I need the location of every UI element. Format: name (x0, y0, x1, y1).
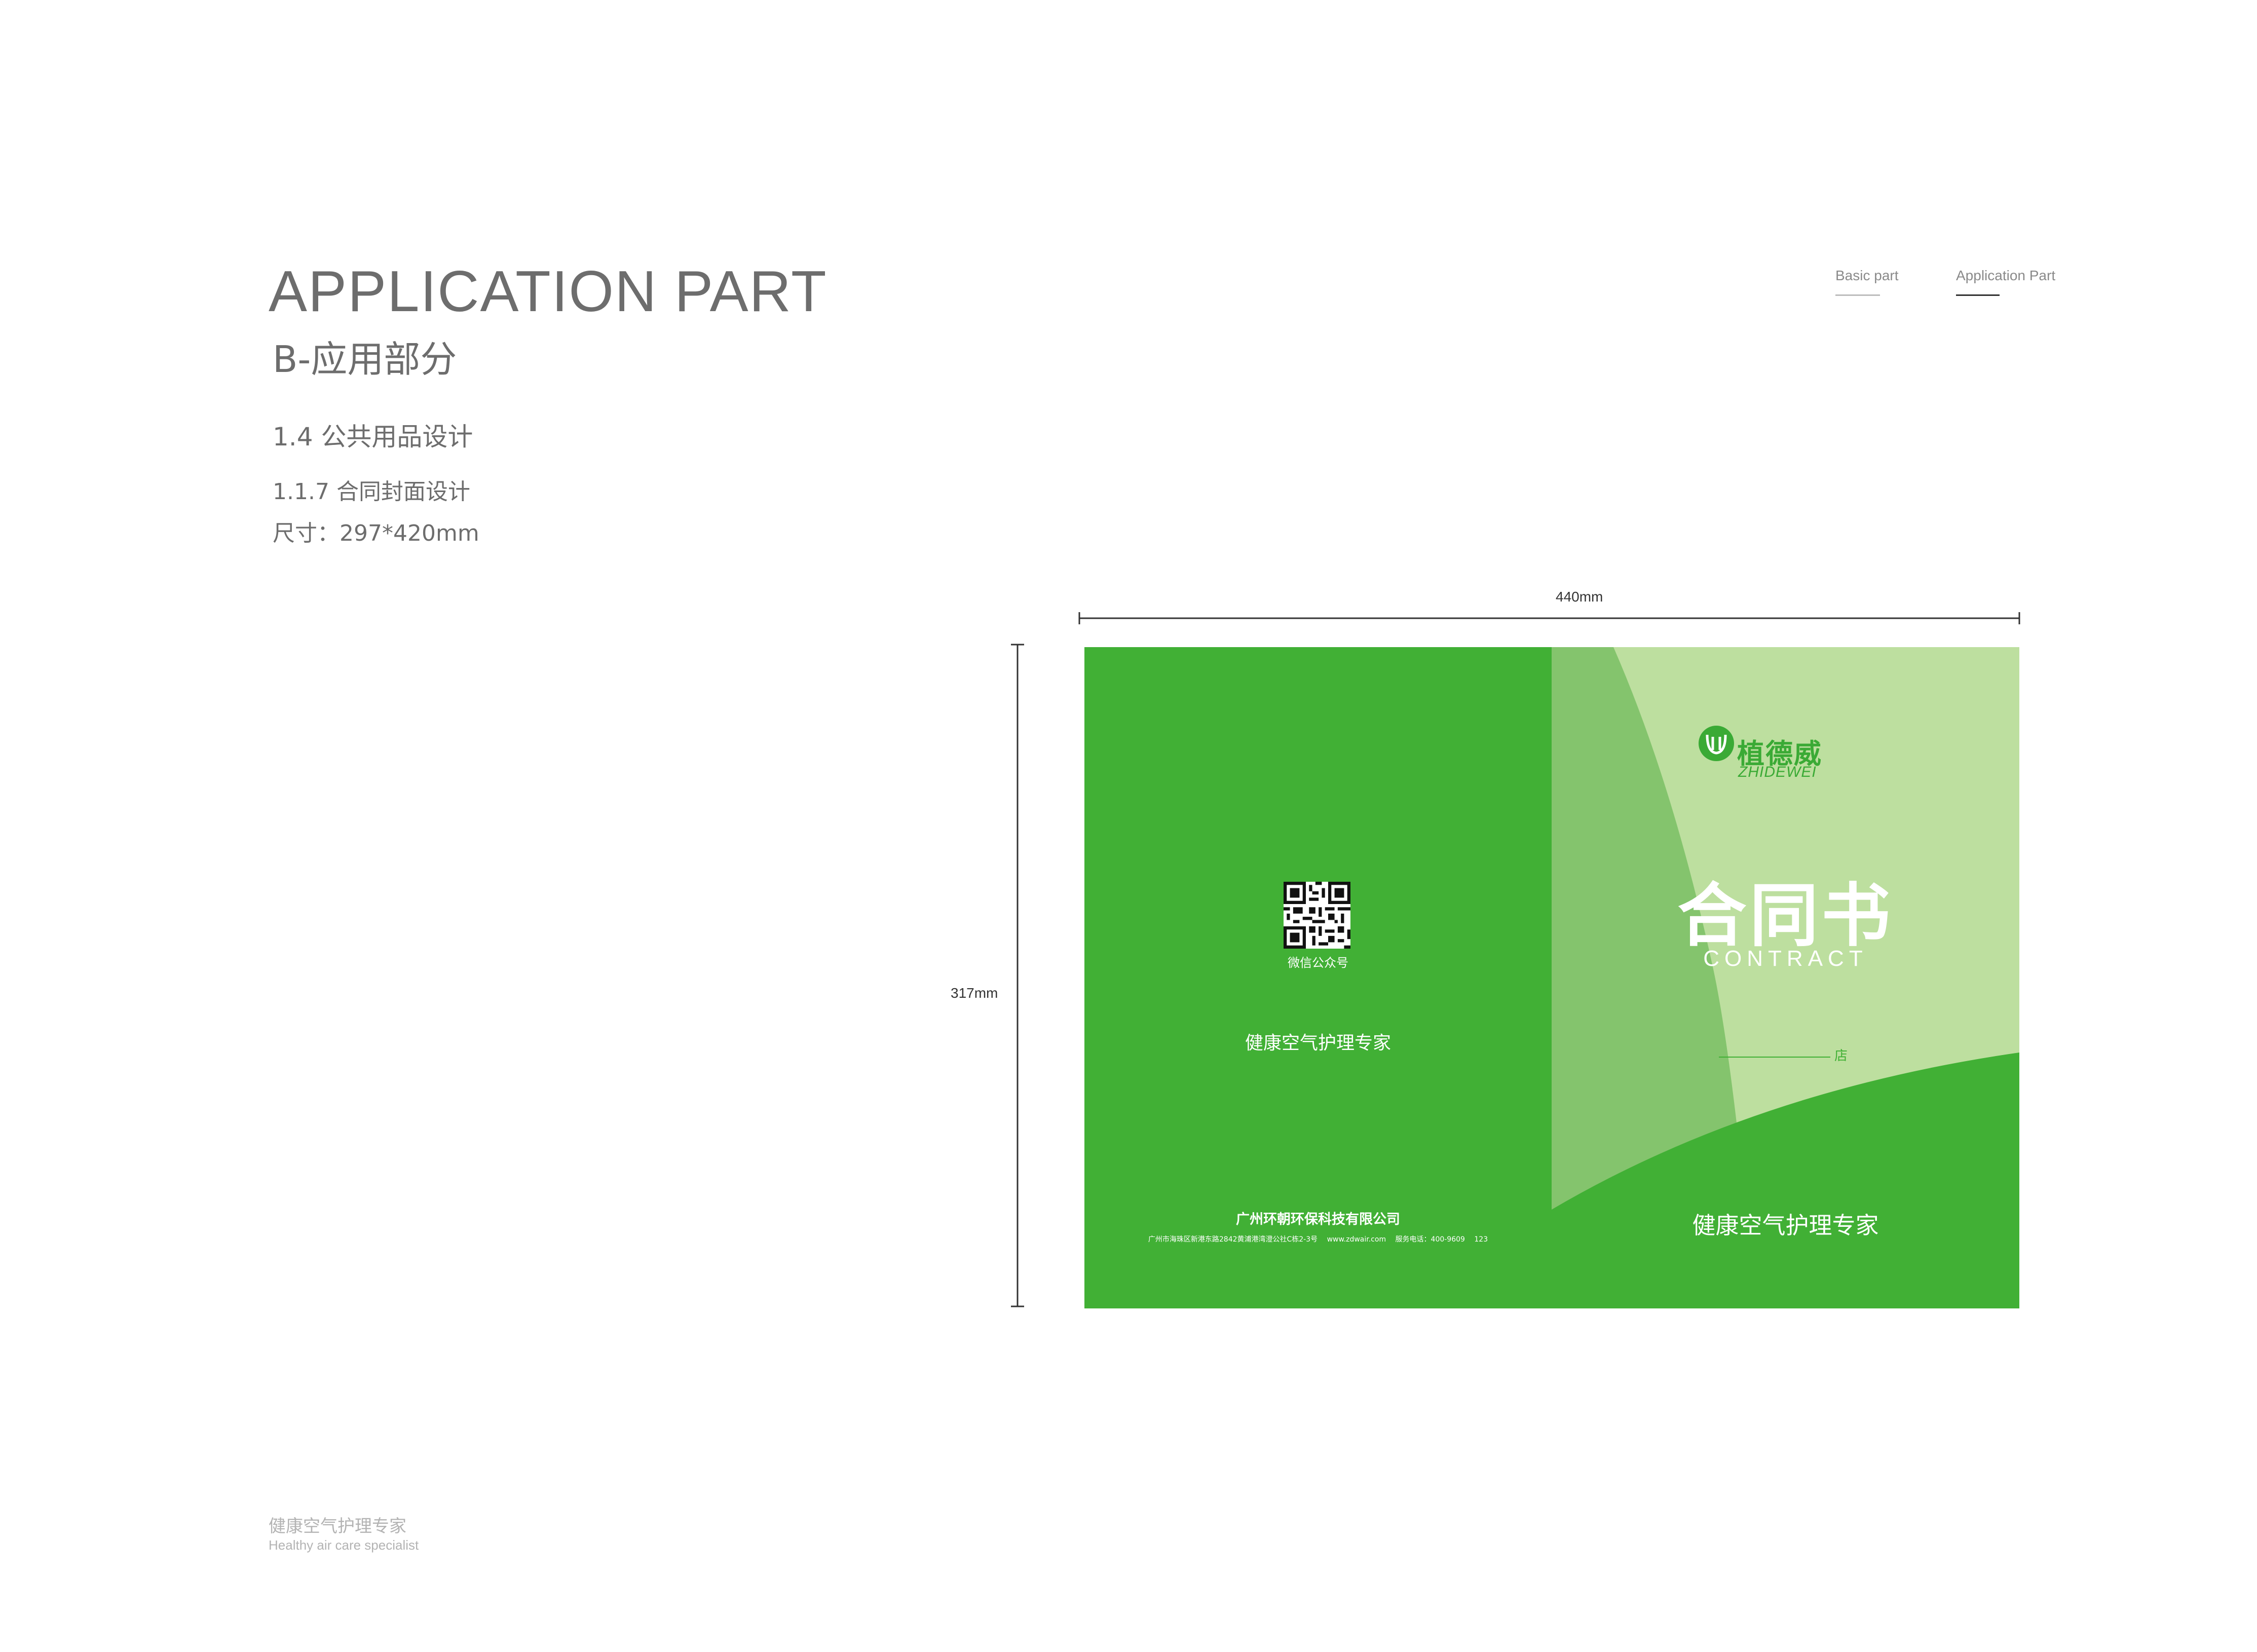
front-slogan: 健康空气护理专家 (1692, 1212, 1879, 1239)
contract-title-en: CONTRACT (1703, 946, 1868, 971)
footer-slogan-en: Healthy air care specialist (269, 1537, 419, 1553)
contract-cover-spread: 微信公众号 健康空气护理专家 广州环朝环保科技有限公司 广州市海珠区新港东路28… (1084, 647, 2019, 1308)
contract-title-cn: 合同书 (1677, 876, 1894, 956)
brand-logo-icon (1699, 726, 1734, 761)
company-name: 广州环朝环保科技有限公司 (1236, 1212, 1400, 1227)
company-contact-info: 广州市海珠区新港东路2842黄浦港湾澄公社C栋2-3号 www.zdwair.c… (1148, 1235, 1488, 1244)
width-dimension-label: 440mm (1556, 589, 1603, 605)
brand-name-en: ZHIDEWEI (1738, 764, 1817, 780)
footer-slogan-cn: 健康空气护理专家 (269, 1516, 406, 1536)
qr-code-icon (1284, 882, 1350, 949)
store-name-blank-line (1719, 1057, 1830, 1058)
cover-back-page: 微信公众号 健康空气护理专家 广州环朝环保科技有限公司 广州市海珠区新港东路28… (1084, 647, 1552, 1308)
store-suffix: 店 (1834, 1048, 1848, 1064)
back-slogan: 健康空气护理专家 (1245, 1033, 1391, 1054)
cover-front-page: 植德威 ZHIDEWEI 合同书 CONTRACT 店 健康空气护理专家 (1552, 647, 2019, 1308)
height-dimension-label: 317mm (951, 985, 998, 1001)
qr-code-label: 微信公众号 (1288, 956, 1348, 970)
